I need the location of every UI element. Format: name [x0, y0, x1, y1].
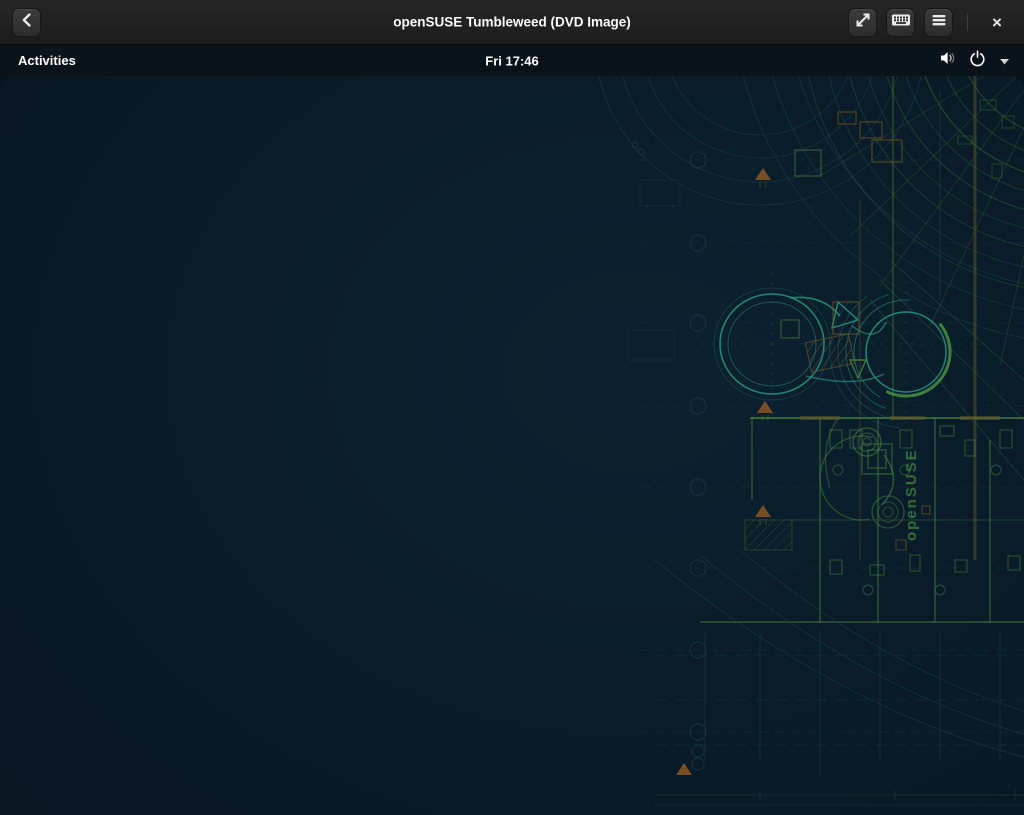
menu-button[interactable]	[924, 8, 953, 37]
close-button[interactable]: ×	[982, 7, 1012, 37]
wallpaper-blueprint: openSUSE	[0, 76, 1024, 815]
fullscreen-button[interactable]	[848, 8, 877, 37]
clock-menu[interactable]: Fri 17:46	[485, 53, 538, 68]
close-icon: ×	[992, 14, 1002, 31]
keyboard-icon	[887, 6, 915, 39]
wallpaper-brand-text: openSUSE	[903, 448, 920, 541]
activities-button[interactable]: Activities	[12, 50, 82, 71]
titlebar-actions: ×	[848, 7, 1012, 37]
back-button[interactable]	[12, 8, 41, 37]
hamburger-menu-icon	[925, 6, 953, 39]
power-icon	[969, 50, 986, 72]
volume-icon	[939, 50, 956, 71]
vm-titlebar: openSUSE Tumbleweed (DVD Image)	[0, 0, 1024, 45]
fullscreen-icon	[849, 6, 877, 39]
titlebar-separator	[967, 13, 968, 31]
blueprint-north-arrows	[676, 168, 773, 775]
window-title: openSUSE Tumbleweed (DVD Image)	[393, 15, 631, 30]
grid-reference-bubbles	[632, 142, 706, 770]
vm-viewer-window: openSUSE Tumbleweed (DVD Image)	[0, 0, 1024, 815]
vm-desktop[interactable]: openSUSE	[0, 76, 1024, 815]
keyboard-button[interactable]	[886, 8, 915, 37]
chevron-left-icon	[13, 6, 41, 39]
dropdown-arrow-icon	[999, 52, 1010, 70]
system-status-area[interactable]	[939, 50, 1010, 72]
gnome-topbar: Activities Fri 17:46	[0, 45, 1024, 76]
